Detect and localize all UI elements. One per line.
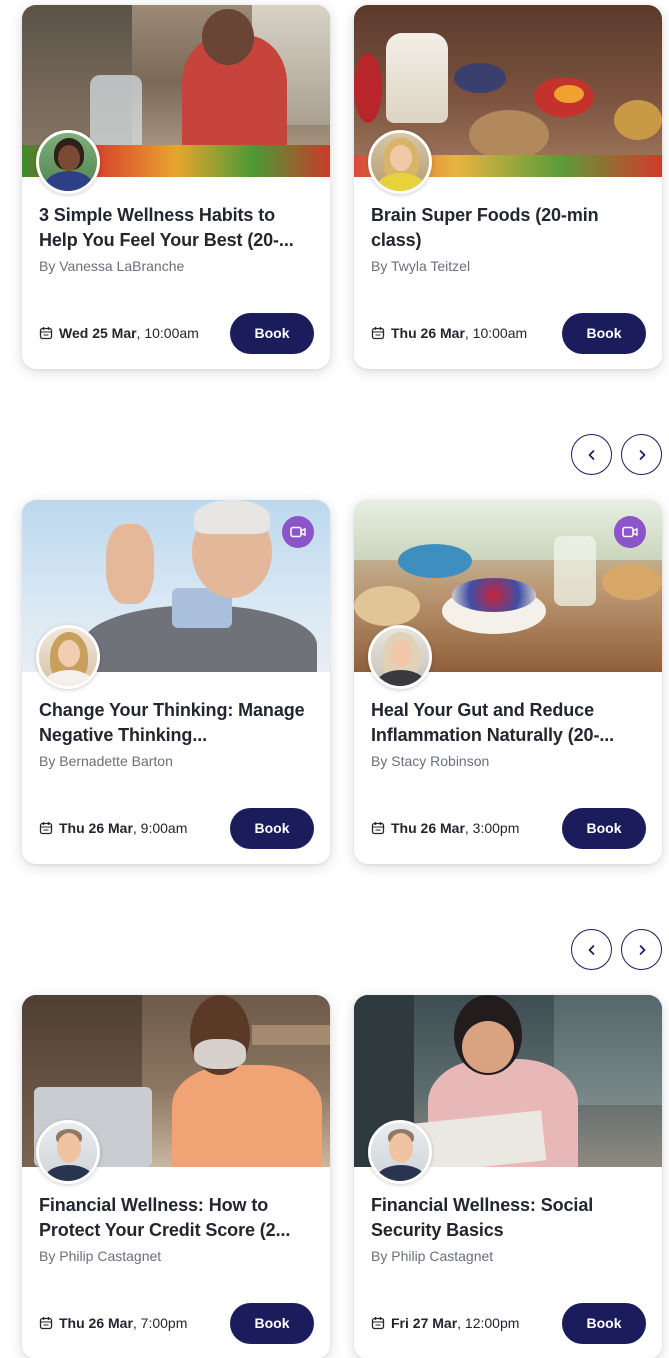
class-listing: 3 Simple Wellness Habits to Help You Fee… [0, 0, 669, 1358]
instructor-avatar [368, 130, 432, 194]
chevron-left-icon [588, 449, 594, 460]
class-day: Thu 26 Mar [59, 1315, 133, 1331]
carousel-row-1: 3 Simple Wellness Habits to Help You Fee… [0, 5, 669, 369]
book-button[interactable]: Book [562, 312, 646, 354]
carousel-row-2: Change Your Thinking: Manage Negative Th… [0, 500, 669, 864]
calendar-icon [371, 822, 385, 835]
video-class-badge [614, 516, 646, 548]
class-day: Thu 26 Mar [391, 325, 465, 341]
class-instructor: By Philip Castagnet [39, 1248, 162, 1264]
class-date: Thu 26 Mar, 3:00pm [371, 820, 519, 836]
calendar-icon [371, 327, 385, 340]
class-day: Wed 25 Mar [59, 325, 137, 341]
class-day: Thu 26 Mar [391, 820, 465, 836]
class-instructor: By Vanessa LaBranche [39, 258, 185, 274]
video-camera-icon [622, 526, 638, 538]
instructor-avatar [36, 1120, 100, 1184]
carousel-next-button[interactable] [621, 929, 662, 970]
class-time: , 3:00pm [464, 820, 520, 836]
instructor-avatar [368, 1120, 432, 1184]
class-time: , 12:00pm [457, 1315, 520, 1331]
chevron-left-icon [588, 944, 594, 955]
class-date: Thu 26 Mar, 7:00pm [39, 1315, 187, 1331]
carousel-pager [571, 929, 663, 971]
class-card[interactable]: Financial Wellness: How to Protect Your … [22, 995, 330, 1358]
calendar-icon [39, 1317, 53, 1330]
book-button[interactable]: Book [230, 1302, 314, 1344]
class-card[interactable]: Change Your Thinking: Manage Negative Th… [22, 500, 330, 864]
class-card[interactable]: 3 Simple Wellness Habits to Help You Fee… [22, 5, 330, 369]
carousel-row-3: Financial Wellness: How to Protect Your … [0, 995, 669, 1358]
class-day: Fri 27 Mar [391, 1315, 458, 1331]
class-time: , 9:00am [132, 820, 188, 836]
calendar-icon [39, 327, 53, 340]
class-instructor: By Bernadette Barton [39, 753, 173, 769]
chevron-right-icon [639, 944, 645, 955]
class-title: 3 Simple Wellness Habits to Help You Fee… [39, 205, 294, 250]
carousel-prev-button[interactable] [571, 929, 612, 970]
class-card[interactable]: Heal Your Gut and Reduce Inflammation Na… [354, 500, 662, 864]
class-date: Wed 25 Mar, 10:00am [39, 325, 199, 341]
book-button[interactable]: Book [562, 807, 646, 849]
video-class-badge [282, 516, 314, 548]
carousel-next-button[interactable] [621, 434, 662, 475]
class-time: , 10:00am [136, 325, 199, 341]
carousel-prev-button[interactable] [571, 434, 612, 475]
class-title: Brain Super Foods (20-min class) [371, 205, 599, 250]
book-button[interactable]: Book [230, 807, 314, 849]
book-button[interactable]: Book [230, 312, 314, 354]
class-date: Thu 26 Mar, 10:00am [371, 325, 527, 341]
class-date: Fri 27 Mar, 12:00pm [371, 1315, 519, 1331]
class-date: Thu 26 Mar, 9:00am [39, 820, 187, 836]
class-card[interactable]: Brain Super Foods (20-min class) By Twyl… [354, 5, 662, 369]
instructor-avatar [368, 625, 432, 689]
class-day: Thu 26 Mar [59, 820, 133, 836]
chevron-right-icon [639, 449, 645, 460]
instructor-avatar [36, 625, 100, 689]
class-title: Financial Wellness: How to Protect Your … [39, 1195, 291, 1240]
video-camera-icon [290, 526, 306, 538]
carousel-pager [571, 434, 663, 476]
class-instructor: By Philip Castagnet [371, 1248, 494, 1264]
class-card[interactable]: Financial Wellness: Social Security Basi… [354, 995, 662, 1358]
calendar-icon [39, 822, 53, 835]
class-instructor: By Stacy Robinson [371, 753, 490, 769]
class-time: , 7:00pm [132, 1315, 188, 1331]
calendar-icon [371, 1317, 385, 1330]
class-title: Financial Wellness: Social Security Basi… [371, 1195, 594, 1240]
class-title: Heal Your Gut and Reduce Inflammation Na… [371, 700, 615, 745]
class-instructor: By Twyla Teitzel [371, 258, 471, 274]
book-button[interactable]: Book [562, 1302, 646, 1344]
instructor-avatar [36, 130, 100, 194]
class-time: , 10:00am [464, 325, 528, 341]
class-title: Change Your Thinking: Manage Negative Th… [39, 700, 305, 745]
